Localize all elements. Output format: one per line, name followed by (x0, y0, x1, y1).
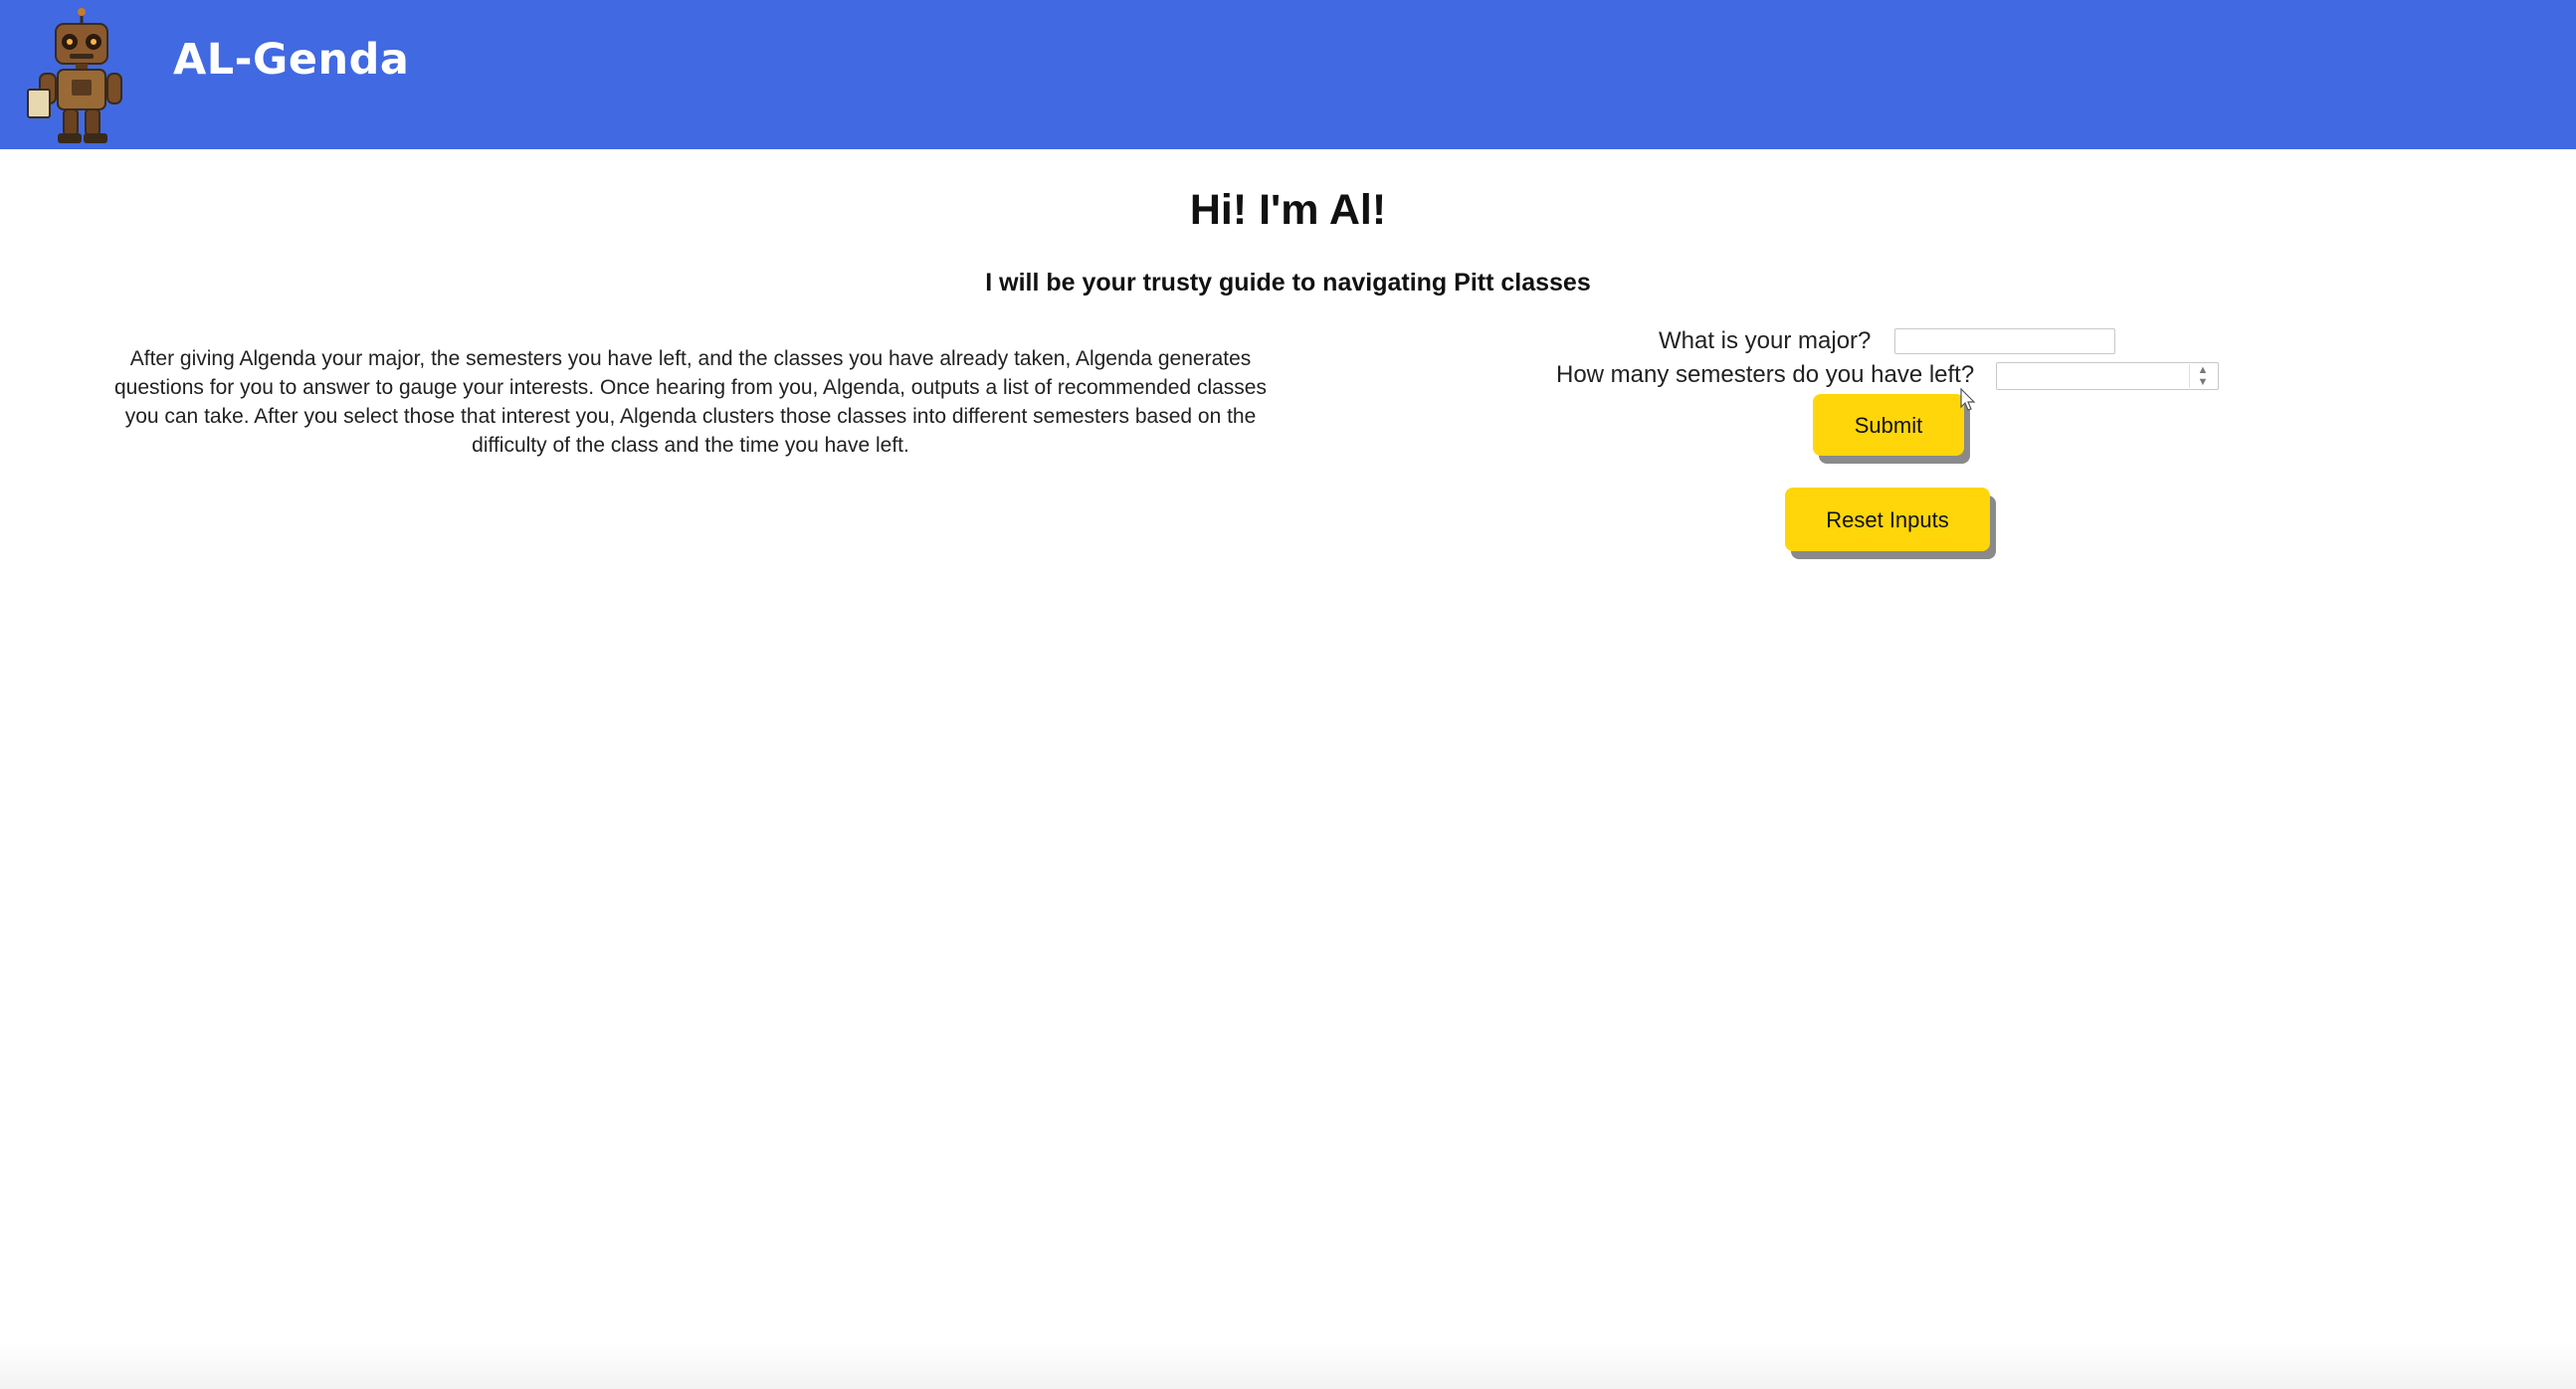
top-header: AL-Genda (0, 0, 2576, 149)
major-input[interactable] (1894, 328, 2115, 354)
app-brand-title: AL-Genda (173, 35, 410, 85)
reset-inputs-button[interactable]: Reset Inputs (1785, 488, 1990, 551)
chevron-up-icon[interactable]: ▲ (2190, 365, 2216, 376)
major-label: What is your major? (1659, 327, 1872, 354)
page: AL-Genda Hi! I'm Al! I will be your trus… (0, 0, 2576, 1389)
page-title: Hi! I'm Al! (1189, 186, 1387, 234)
robot-icon (27, 8, 122, 143)
submit-button[interactable]: Submit (1813, 394, 1964, 456)
mouse-cursor-icon (1960, 388, 1976, 411)
bottom-edge (0, 1343, 2576, 1389)
semesters-label: How many semesters do you have left? (1556, 361, 1975, 388)
app-description: After giving Algenda your major, the sem… (114, 347, 1267, 457)
page-subtitle: I will be your trusty guide to navigatin… (985, 269, 1591, 297)
semesters-stepper[interactable]: ▲ ▼ (2189, 364, 2216, 388)
semesters-input[interactable] (1996, 362, 2219, 390)
chevron-down-icon[interactable]: ▼ (2190, 377, 2216, 388)
